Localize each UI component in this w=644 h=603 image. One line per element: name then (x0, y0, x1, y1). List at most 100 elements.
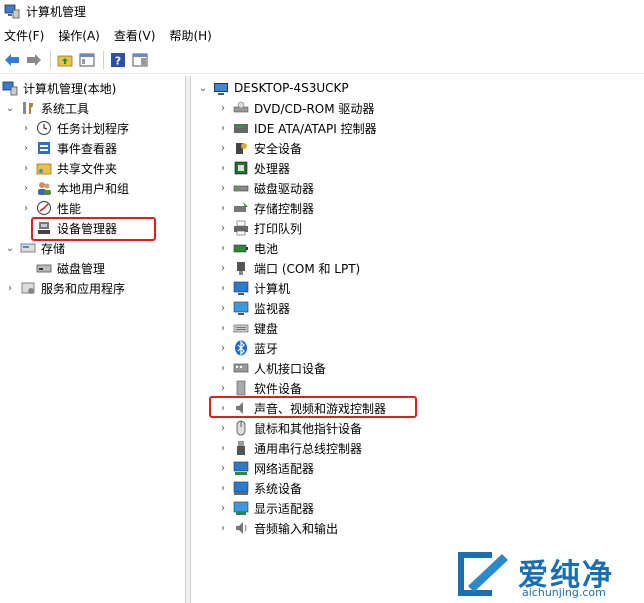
chevron-right-icon[interactable]: › (217, 142, 229, 154)
storage-controller-icon (234, 202, 248, 212)
chevron-right-icon[interactable]: › (217, 462, 229, 474)
toolbar: ? (0, 46, 644, 74)
tree-item-root[interactable]: 计算机管理(本地) (2, 78, 116, 98)
device-category-mice[interactable]: › 鼠标和其他指针设备 (217, 418, 362, 438)
tools-icon (23, 102, 33, 114)
device-category-label: 处理器 (254, 161, 291, 176)
shared-folder-icon (36, 163, 52, 175)
device-category-security[interactable]: › 安全设备 (217, 138, 302, 158)
back-arrow-icon (5, 53, 19, 66)
chevron-right-icon[interactable]: › (20, 182, 32, 194)
device-category-disk-drives[interactable]: › 磁盘驱动器 (217, 178, 314, 198)
computer-management-icon (2, 81, 18, 96)
action-pane-button[interactable] (130, 50, 150, 70)
chevron-right-icon[interactable]: › (217, 302, 229, 314)
chevron-right-icon[interactable]: › (217, 322, 229, 334)
chevron-right-icon[interactable]: › (217, 262, 229, 274)
menu-action[interactable]: 操作(A) (58, 27, 100, 44)
forward-button[interactable] (24, 50, 44, 70)
device-category-usb[interactable]: › 通用串行总线控制器 (217, 438, 362, 458)
chevron-right-icon[interactable]: › (217, 282, 229, 294)
device-category-keyboards[interactable]: › 键盘 (217, 318, 278, 338)
svg-text:?: ? (115, 54, 121, 67)
up-folder-button[interactable] (55, 50, 75, 70)
chevron-right-icon[interactable]: › (217, 502, 229, 514)
menu-help[interactable]: 帮助(H) (169, 27, 211, 44)
menu-bar: 文件(F) 操作(A) 查看(V) 帮助(H) (0, 24, 644, 46)
device-category-dvd[interactable]: › DVD/CD-ROM 驱动器 (217, 98, 374, 118)
chevron-right-icon[interactable]: › (217, 242, 229, 254)
chevron-down-icon[interactable]: ⌄ (197, 82, 209, 94)
chevron-right-icon[interactable]: › (4, 282, 16, 294)
device-category-monitors[interactable]: › 监视器 (217, 298, 290, 318)
device-category-print-queue[interactable]: › 打印队列 (217, 218, 302, 238)
chevron-right-icon[interactable]: › (20, 142, 32, 154)
tree-item-event-viewer[interactable]: › 事件查看器 (20, 138, 117, 158)
mouse-icon (236, 420, 246, 436)
chevron-right-icon[interactable]: › (217, 442, 229, 454)
tree-item-local-users[interactable]: › 本地用户和组 (20, 178, 129, 198)
chevron-right-icon[interactable]: › (217, 222, 229, 234)
chevron-right-icon[interactable]: › (217, 342, 229, 354)
chevron-right-icon[interactable]: › (217, 422, 229, 434)
device-tree-root[interactable]: ⌄ DESKTOP-4S3UCKP (197, 78, 349, 98)
folder-up-icon (57, 55, 73, 66)
chevron-right-icon[interactable]: › (217, 382, 229, 394)
device-tree-root-label: DESKTOP-4S3UCKP (234, 81, 349, 95)
device-category-audio-io[interactable]: › 音频输入和输出 (217, 518, 338, 538)
console-tree-icon (79, 53, 95, 66)
tree-item-disk-management[interactable]: 磁盘管理 (36, 258, 105, 278)
tree-item-task-scheduler[interactable]: › 任务计划程序 (20, 118, 129, 138)
chevron-right-icon[interactable]: › (217, 362, 229, 374)
tree-item-shared-folders[interactable]: › 共享文件夹 (20, 158, 117, 178)
chevron-right-icon[interactable]: › (217, 522, 229, 534)
monitor-computer-icon (233, 281, 249, 295)
back-button[interactable] (2, 50, 22, 70)
device-category-label: 人机接口设备 (254, 361, 327, 376)
show-hide-tree-button[interactable] (77, 50, 97, 70)
chevron-down-icon[interactable]: ⌄ (4, 242, 16, 254)
tree-item-services[interactable]: › 服务和应用程序 (4, 278, 125, 298)
help-icon: ? (111, 52, 125, 67)
tree-item-label: 计算机管理(本地) (23, 81, 117, 96)
tree-item-label: 系统工具 (41, 101, 90, 116)
chevron-right-icon[interactable]: › (217, 102, 229, 114)
device-category-label: 端口 (COM 和 LPT) (254, 261, 361, 276)
chevron-right-icon[interactable]: › (20, 122, 32, 134)
device-category-label: 安全设备 (254, 141, 303, 156)
title-bar: 计算机管理 (0, 0, 644, 22)
chevron-down-icon[interactable]: ⌄ (4, 102, 16, 114)
help-button[interactable]: ? (108, 50, 128, 70)
tree-item-performance[interactable]: › 性能 (20, 198, 81, 218)
chevron-right-icon[interactable]: › (217, 482, 229, 494)
device-category-storage-controllers[interactable]: › 存储控制器 (217, 198, 314, 218)
device-category-processor[interactable]: › 处理器 (217, 158, 290, 178)
device-category-bluetooth[interactable]: › 蓝牙 (217, 338, 278, 358)
device-category-system-devices[interactable]: › 系统设备 (217, 478, 302, 498)
device-category-label: IDE ATA/ATAPI 控制器 (254, 121, 377, 136)
device-category-ports[interactable]: › 端口 (COM 和 LPT) (217, 258, 360, 278)
tree-item-storage[interactable]: ⌄ 存储 (4, 238, 65, 258)
console-tree: 计算机管理(本地) ⌄ 系统工具 › 任务计划程序 › 事件查看器 › 共享文件… (0, 76, 186, 603)
device-category-label: 音频输入和输出 (254, 521, 339, 536)
hid-icon (233, 363, 249, 373)
device-category-display-adapters[interactable]: › 显示适配器 (217, 498, 314, 518)
services-icon (21, 282, 35, 294)
chevron-right-icon[interactable]: › (217, 122, 229, 134)
tree-item-label: 事件查看器 (57, 141, 118, 156)
device-category-hid[interactable]: › 人机接口设备 (217, 358, 326, 378)
chevron-right-icon[interactable]: › (217, 202, 229, 214)
device-category-ide[interactable]: › IDE ATA/ATAPI 控制器 (217, 118, 377, 138)
tree-item-system-tools[interactable]: ⌄ 系统工具 (4, 98, 89, 118)
device-category-software-devices[interactable]: › 软件设备 (217, 378, 302, 398)
chevron-right-icon[interactable]: › (20, 202, 32, 214)
menu-view[interactable]: 查看(V) (114, 27, 156, 44)
device-category-network-adapters[interactable]: › 网络适配器 (217, 458, 314, 478)
chevron-right-icon[interactable]: › (217, 182, 229, 194)
chevron-right-icon[interactable]: › (20, 162, 32, 174)
dvd-drive-icon (233, 101, 249, 113)
menu-file[interactable]: 文件(F) (4, 27, 44, 44)
device-category-computer[interactable]: › 计算机 (217, 278, 290, 298)
chevron-right-icon[interactable]: › (217, 162, 229, 174)
device-category-battery[interactable]: › 电池 (217, 238, 278, 258)
